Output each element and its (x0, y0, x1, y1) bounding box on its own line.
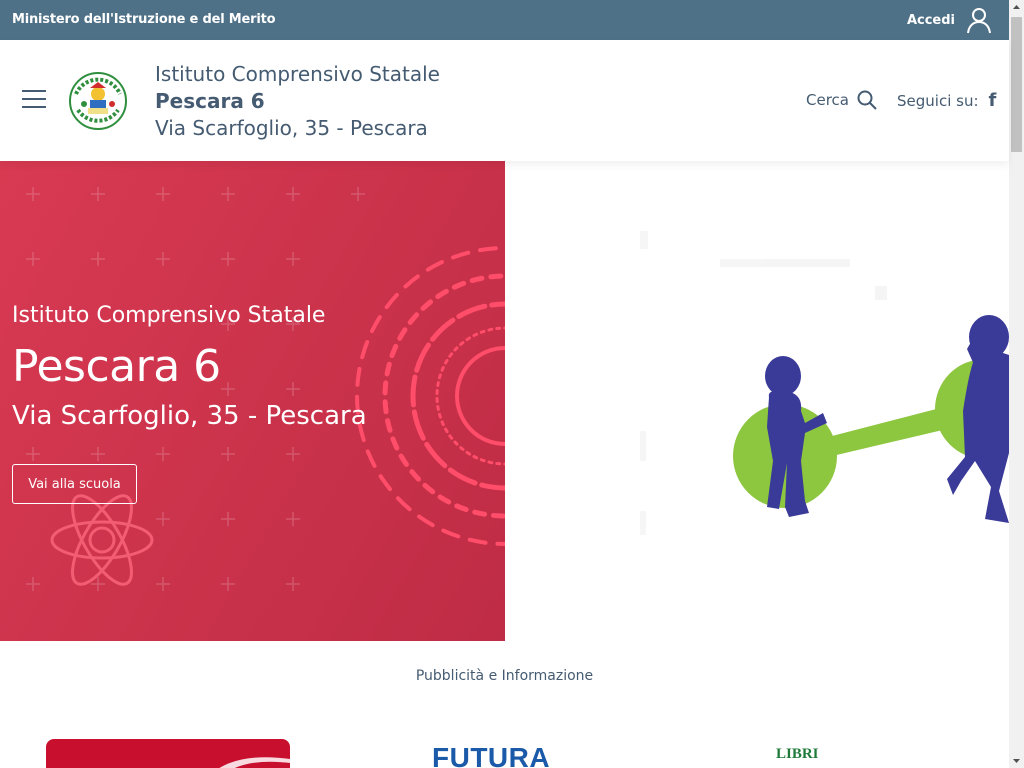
login-button[interactable]: Accedi (907, 6, 993, 34)
user-icon (967, 8, 991, 34)
social-links: Seguici su: f (897, 90, 996, 111)
hero-subtitle: Via Scarfoglio, 35 - Pescara (12, 401, 367, 431)
hero-title-big: Pescara 6 (12, 341, 221, 392)
top-bar: Ministero dell'Istruzione e del Merito A… (0, 0, 1009, 40)
brand-line-3: Via Scarfoglio, 35 - Pescara (155, 116, 428, 140)
children-seesaw-illustration (640, 231, 1009, 535)
ad-futura[interactable]: FUTURA (432, 742, 550, 768)
site-header: Istituto Comprensivo Statale Pescara 6 V… (0, 40, 1009, 161)
scrollbar-thumb[interactable] (1011, 17, 1022, 152)
hero-section: Istituto Comprensivo Statale Pescara 6 V… (0, 161, 1009, 641)
hero-title-small: Istituto Comprensivo Statale (12, 303, 326, 328)
scroll-down-arrow-icon[interactable] (1009, 753, 1024, 768)
school-logo[interactable] (66, 64, 130, 138)
search-button[interactable]: Cerca (806, 90, 877, 110)
login-label: Accedi (906, 12, 955, 28)
ad-libri[interactable]: LIBRI (776, 746, 819, 763)
social-label: Seguici su: (897, 91, 979, 110)
brand-line-2: Pescara 6 (155, 89, 265, 113)
hero-panel: Istituto Comprensivo Statale Pescara 6 V… (0, 161, 505, 641)
scroll-up-arrow-icon[interactable] (1009, 0, 1024, 15)
ads-section-title: Pubblicità e Informazione (415, 668, 594, 684)
site-brand[interactable]: Istituto Comprensivo Statale Pescara 6 V… (155, 61, 440, 142)
facebook-icon[interactable]: f (989, 90, 997, 111)
search-icon (857, 90, 877, 110)
ad-banner-swoosh (219, 757, 290, 768)
ad-banner-red[interactable] (46, 739, 290, 768)
search-label: Cerca (806, 91, 849, 109)
go-to-school-button[interactable]: Vai alla scuola (12, 464, 137, 504)
hero-image (505, 161, 1009, 641)
brand-line-1: Istituto Comprensivo Statale (155, 62, 440, 86)
page-scrollbar[interactable] (1009, 0, 1024, 768)
hamburger-icon[interactable] (22, 90, 46, 108)
ministry-link[interactable]: Ministero dell'Istruzione e del Merito (12, 12, 276, 27)
radial-decoration (355, 246, 505, 546)
